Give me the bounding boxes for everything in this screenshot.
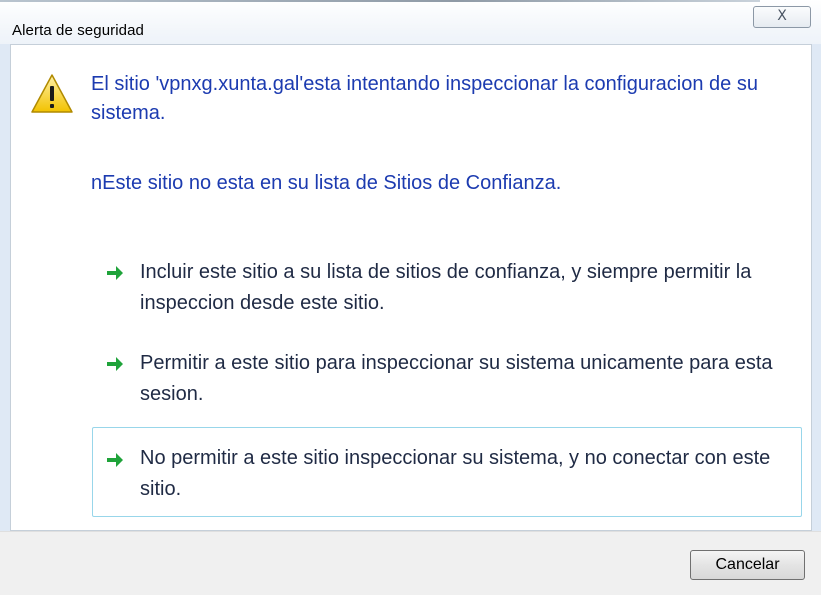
trust-status-message: nEste sitio no esta en su lista de Sitio… <box>91 172 562 194</box>
green-arrow-icon <box>107 453 123 467</box>
option-deny[interactable]: No permitir a este sitio inspeccionar su… <box>92 427 802 517</box>
option-label: Permitir a este sitio para inspeccionar … <box>140 352 773 405</box>
option-allow-session[interactable]: Permitir a este sitio para inspeccionar … <box>92 341 802 415</box>
cancel-button[interactable]: Cancelar <box>690 550 805 580</box>
security-alert-dialog: Alerta de seguridad X El sitio 'vpnxg.xu… <box>0 0 821 595</box>
window-title: Alerta de seguridad <box>12 22 144 39</box>
close-button[interactable]: X <box>753 6 811 28</box>
warning-icon <box>31 74 73 113</box>
option-label: Incluir este sitio a su lista de sitios … <box>140 261 752 314</box>
option-always-trust[interactable]: Incluir este sitio a su lista de sitios … <box>92 252 802 326</box>
green-arrow-icon <box>107 357 123 371</box>
dialog-footer: Cancelar <box>0 531 821 595</box>
close-icon: X <box>777 8 787 24</box>
green-arrow-icon <box>107 266 123 280</box>
title-bar: Alerta de seguridad X <box>0 0 821 44</box>
title-bar-border <box>0 0 760 2</box>
option-label: No permitir a este sitio inspeccionar su… <box>140 447 771 500</box>
alert-message: El sitio 'vpnxg.xunta.gal'esta intentand… <box>91 73 758 124</box>
